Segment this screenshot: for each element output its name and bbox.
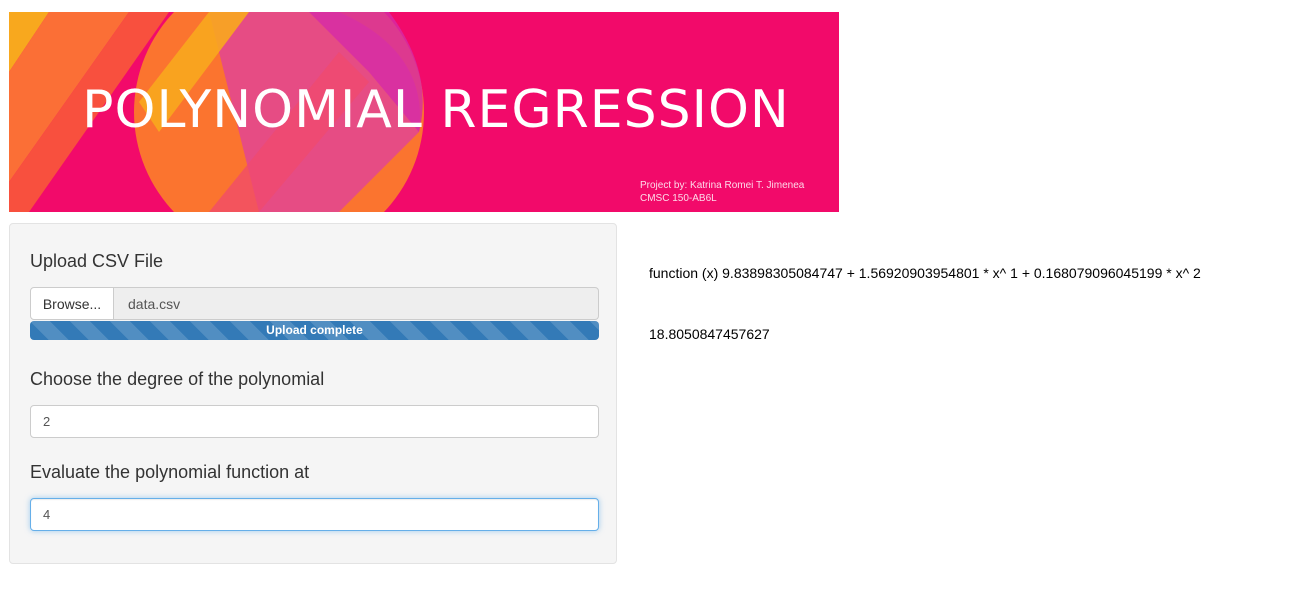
banner-credit: Project by: Katrina Romei T. Jimenea CMS… [640,179,804,205]
degree-input[interactable] [30,405,599,438]
upload-progress-bar: Upload complete [30,321,599,340]
upload-progress: Upload complete [30,321,599,340]
sidebar-panel: Upload CSV File Browse... data.csv Uploa… [9,223,617,564]
credit-course: CMSC 150-AB6L [640,193,717,204]
degree-label: Choose the degree of the polynomial [30,369,325,389]
evaluate-label: Evaluate the polynomial function at [30,462,310,482]
function-output: function (x) 9.83898305084747 + 1.569209… [649,265,1201,281]
result-output: 18.8050847457627 [649,326,770,342]
browse-button[interactable]: Browse... [30,287,114,320]
banner-image: POLYNOMIAL REGRESSION Project by: Katrin… [9,12,839,212]
file-input-group: Browse... data.csv [30,287,599,320]
banner-title: POLYNOMIAL REGRESSION [82,80,790,140]
credit-author: Project by: Katrina Romei T. Jimenea [640,180,805,191]
upload-label: Upload CSV File [30,251,164,271]
evaluate-input[interactable] [30,498,599,531]
file-name-field[interactable]: data.csv [114,287,599,320]
